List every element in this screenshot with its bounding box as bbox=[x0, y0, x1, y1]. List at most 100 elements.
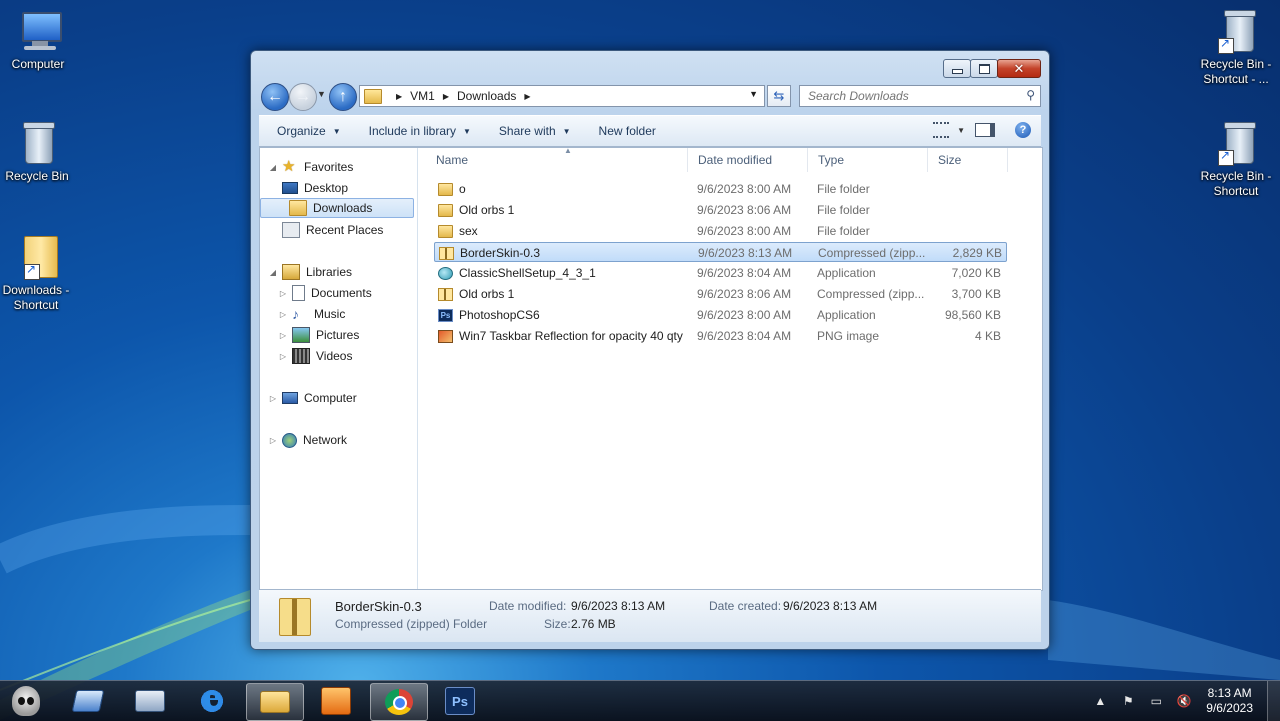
preview-pane-icon[interactable] bbox=[975, 123, 995, 137]
breadcrumb-chevron-icon[interactable]: ▶ bbox=[443, 92, 449, 101]
show-desktop-button[interactable] bbox=[1267, 681, 1280, 721]
taskbar-media-player[interactable] bbox=[308, 683, 364, 719]
recent-pages-dropdown-icon[interactable]: ▼ bbox=[317, 89, 326, 99]
forward-button[interactable]: → bbox=[289, 83, 317, 111]
nav-network[interactable]: ▷ Network bbox=[268, 430, 347, 450]
zip-folder-icon bbox=[279, 598, 311, 636]
recycle-bin-shortcut-icon bbox=[1212, 8, 1260, 54]
breadcrumb-chevron-icon[interactable]: ▶ bbox=[396, 92, 402, 101]
nav-desktop[interactable]: Desktop bbox=[282, 178, 348, 198]
file-date-modified: 9/6/2023 8:00 AM bbox=[697, 182, 792, 196]
search-icon[interactable]: ⚲ bbox=[1026, 88, 1035, 102]
search-box[interactable]: ⚲ bbox=[799, 85, 1041, 107]
address-bar[interactable]: ▶ VM1 ▶ Downloads ▶ ▼ bbox=[359, 85, 765, 107]
nav-label: Computer bbox=[304, 391, 357, 405]
nav-label: Documents bbox=[311, 286, 372, 300]
desktop-icon-recycle-bin-shortcut-2[interactable]: Recycle Bin - Shortcut bbox=[1198, 120, 1274, 199]
close-button[interactable]: ✕ bbox=[997, 59, 1041, 78]
details-size: 2.76 MB bbox=[571, 617, 616, 631]
change-view-icon[interactable] bbox=[933, 122, 950, 138]
minimize-button[interactable] bbox=[943, 59, 971, 78]
collapsed-arrow-icon[interactable]: ▷ bbox=[278, 352, 288, 361]
desktop-icon-recycle-bin-shortcut-1[interactable]: Recycle Bin - Shortcut - ... bbox=[1198, 8, 1274, 87]
recycle-bin-icon bbox=[13, 120, 61, 166]
file-row[interactable]: Old orbs 1 9/6/2023 8:06 AM File folder bbox=[434, 200, 1007, 220]
desktop-icon-downloads-shortcut[interactable]: Downloads - Shortcut bbox=[0, 234, 74, 313]
taskbar-internet-explorer[interactable] bbox=[184, 680, 240, 719]
view-options-dropdown-icon[interactable]: ▼ bbox=[957, 126, 965, 135]
collapsed-arrow-icon[interactable]: ▷ bbox=[268, 394, 278, 403]
file-row[interactable]: Win7 Taskbar Reflection for opacity 40 q… bbox=[434, 326, 1007, 346]
content-area: ◢ ★ Favorites Desktop Downloads Recent P… bbox=[259, 147, 1043, 591]
nav-computer[interactable]: ▷ Computer bbox=[268, 388, 357, 408]
folder-icon bbox=[364, 88, 382, 104]
nav-libraries[interactable]: ◢ Libraries bbox=[268, 262, 352, 282]
taskbar-remote-desktop[interactable] bbox=[60, 683, 116, 719]
breadcrumb-downloads[interactable]: Downloads bbox=[457, 89, 516, 103]
nav-pictures[interactable]: ▷ Pictures bbox=[278, 325, 359, 345]
network-status-icon[interactable]: ▭ bbox=[1148, 693, 1164, 709]
include-in-library-button[interactable]: Include in library ▼ bbox=[359, 124, 481, 138]
nav-documents[interactable]: ▷ Documents bbox=[278, 283, 372, 303]
breadcrumb-chevron-icon[interactable]: ▶ bbox=[524, 92, 530, 101]
nav-label: Favorites bbox=[304, 160, 354, 174]
taskbar-google-chrome[interactable] bbox=[370, 683, 428, 721]
file-type: Application bbox=[817, 308, 876, 322]
file-row[interactable]: sex 9/6/2023 8:00 AM File folder bbox=[434, 221, 1007, 241]
column-header-size[interactable]: Size bbox=[928, 148, 1008, 172]
taskbar-on-screen-keyboard[interactable] bbox=[122, 683, 178, 719]
column-header-name[interactable]: Name ▲ bbox=[426, 148, 688, 172]
recycle-bin-shortcut-icon bbox=[1212, 120, 1260, 166]
file-name-cell: ClassicShellSetup_4_3_1 bbox=[438, 263, 688, 283]
collapsed-arrow-icon[interactable]: ▷ bbox=[268, 436, 278, 445]
file-date-modified: 9/6/2023 8:00 AM bbox=[697, 224, 792, 238]
volume-muted-icon[interactable]: 🔇 bbox=[1176, 693, 1192, 709]
file-row[interactable]: ClassicShellSetup_4_3_1 9/6/2023 8:04 AM A… bbox=[434, 263, 1007, 283]
file-row[interactable]: BorderSkin-0.3 9/6/2023 8:13 AM Compressed… bbox=[434, 242, 1007, 262]
file-row[interactable]: o 9/6/2023 8:00 AM File folder bbox=[434, 179, 1007, 199]
file-name-cell: Win7 Taskbar Reflection for opacity 40 q… bbox=[438, 326, 688, 346]
photoshop-file-icon: Ps bbox=[438, 308, 453, 322]
help-icon[interactable]: ? bbox=[1015, 122, 1031, 138]
navigation-pane: ◢ ★ Favorites Desktop Downloads Recent P… bbox=[260, 148, 418, 590]
back-button[interactable]: ← bbox=[261, 83, 289, 111]
refresh-button[interactable]: ⇆ bbox=[767, 85, 791, 107]
new-folder-label: New folder bbox=[598, 124, 656, 138]
taskbar-windows-explorer[interactable] bbox=[246, 683, 304, 721]
expanded-arrow-icon[interactable]: ◢ bbox=[268, 268, 278, 277]
organize-button[interactable]: Organize ▼ bbox=[267, 124, 351, 138]
folder-icon bbox=[438, 182, 453, 196]
nav-videos[interactable]: ▷ Videos bbox=[278, 346, 352, 366]
collapsed-arrow-icon[interactable]: ▷ bbox=[278, 331, 288, 340]
clock[interactable]: 8:13 AM 9/6/2023 bbox=[1206, 686, 1253, 716]
expanded-arrow-icon[interactable]: ◢ bbox=[268, 163, 278, 172]
command-bar: Organize ▼ Include in library ▼ Share with… bbox=[259, 115, 1041, 147]
up-button[interactable]: ↑ bbox=[329, 83, 357, 111]
show-hidden-icons-icon[interactable]: ▲ bbox=[1092, 693, 1108, 709]
new-folder-button[interactable]: New folder bbox=[589, 124, 666, 138]
details-file-name: BorderSkin-0.3 bbox=[335, 599, 422, 614]
desktop-icon-recycle-bin[interactable]: Recycle Bin bbox=[0, 120, 75, 184]
nav-recent-places[interactable]: Recent Places bbox=[282, 220, 383, 240]
nav-music[interactable]: ▷ ♪ Music bbox=[278, 304, 345, 324]
nav-favorites[interactable]: ◢ ★ Favorites bbox=[268, 157, 353, 177]
share-with-button[interactable]: Share with ▼ bbox=[489, 124, 581, 138]
start-button[interactable] bbox=[6, 683, 46, 719]
column-header-date[interactable]: Date modified bbox=[688, 148, 808, 172]
breadcrumb-vm1[interactable]: VM1 bbox=[410, 89, 435, 103]
collapsed-arrow-icon[interactable]: ▷ bbox=[278, 310, 288, 319]
nav-downloads[interactable]: Downloads bbox=[260, 198, 414, 218]
action-center-flag-icon[interactable]: ⚑ bbox=[1120, 693, 1136, 709]
taskbar-photoshop[interactable]: Ps bbox=[432, 683, 488, 719]
file-row[interactable]: Ps PhotoshopCS6 9/6/2023 8:00 AM Applicatio… bbox=[434, 305, 1007, 325]
file-name: Old orbs 1 bbox=[459, 287, 515, 301]
desktop-icon bbox=[282, 182, 298, 194]
file-row[interactable]: Old orbs 1 9/6/2023 8:06 AM Compressed (zi… bbox=[434, 284, 1007, 304]
address-dropdown-icon[interactable]: ▼ bbox=[749, 89, 758, 99]
column-header-type[interactable]: Type bbox=[808, 148, 928, 172]
maximize-button[interactable] bbox=[970, 59, 998, 78]
desktop-icon-computer[interactable]: Computer bbox=[0, 8, 76, 72]
collapsed-arrow-icon[interactable]: ▷ bbox=[278, 289, 288, 298]
file-size: 3,700 KB bbox=[951, 287, 1001, 301]
search-input[interactable] bbox=[806, 88, 1020, 104]
